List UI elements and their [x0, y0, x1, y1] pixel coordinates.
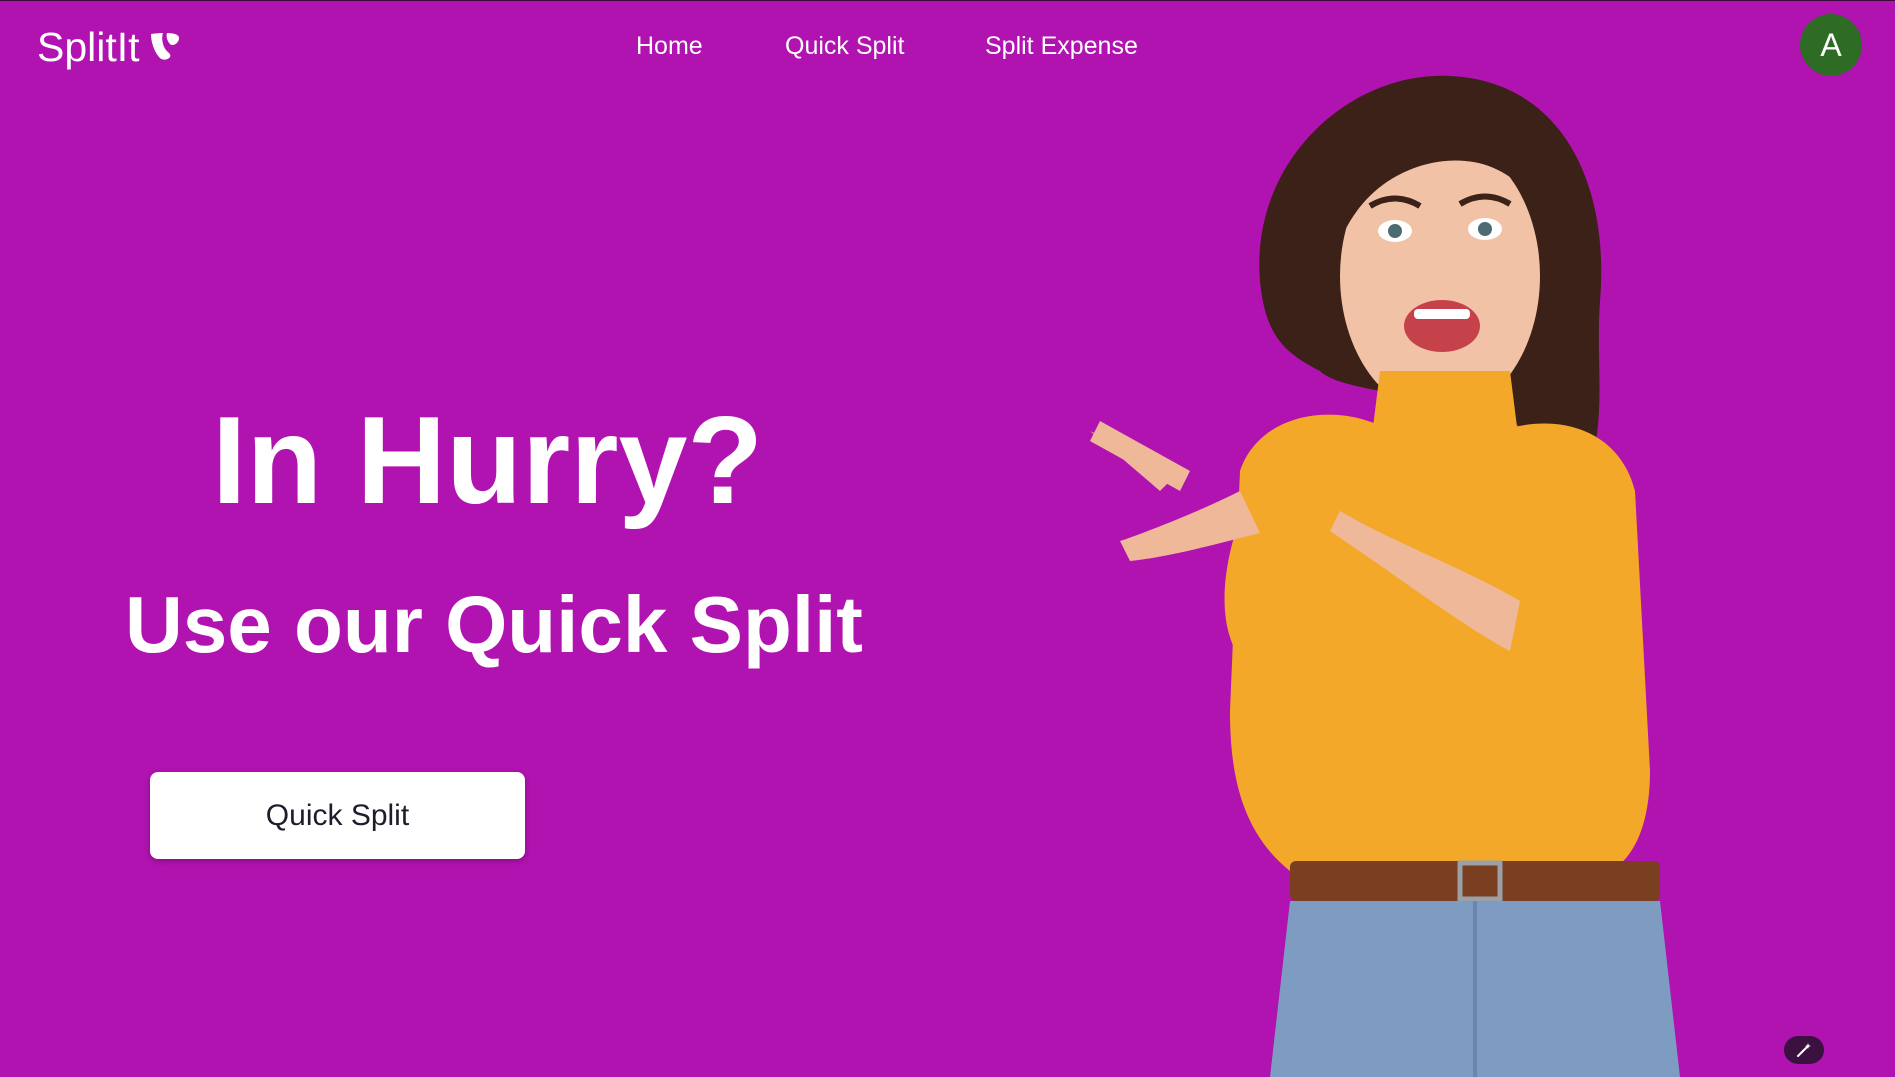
avatar-initial: A	[1820, 26, 1842, 63]
hero-subtitle: Use our Quick Split	[125, 580, 863, 669]
user-avatar[interactable]: A	[1800, 14, 1862, 76]
magic-edit-button[interactable]	[1784, 1036, 1824, 1064]
typo3-logo-icon	[150, 33, 179, 60]
brand-name: SplitIt	[37, 24, 140, 70]
nav-quick-split[interactable]: Quick Split	[785, 31, 904, 61]
nav-home[interactable]: Home	[636, 31, 703, 61]
nav-split-expense[interactable]: Split Expense	[985, 31, 1138, 61]
quick-split-button[interactable]: Quick Split	[150, 772, 525, 859]
hero-title: In Hurry?	[212, 392, 764, 530]
woman-pointing-left-illustration	[1090, 75, 1680, 1077]
magic-wand-icon	[1797, 1043, 1811, 1057]
brand-logo-link[interactable]: SplitIt	[37, 23, 182, 71]
